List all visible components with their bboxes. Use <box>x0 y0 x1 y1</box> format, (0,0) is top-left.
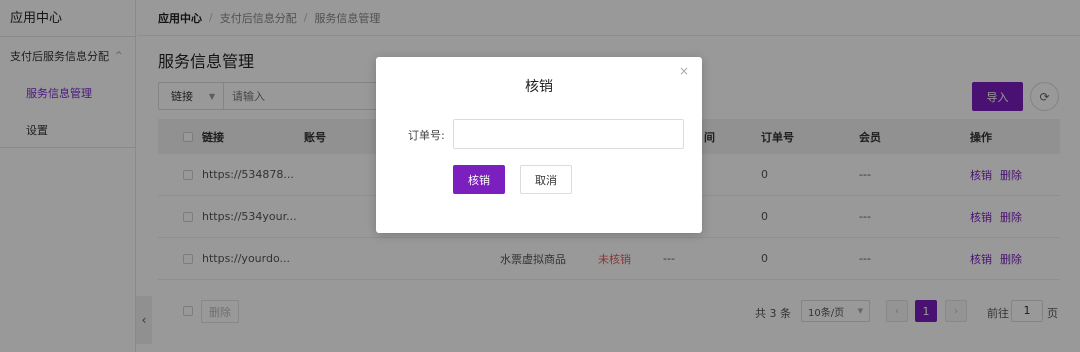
order-no-input[interactable] <box>453 119 684 149</box>
close-icon[interactable]: × <box>679 64 689 78</box>
dialog-title: 核销 <box>525 79 553 95</box>
verify-dialog: 核销 × 订单号: 核销 取消 <box>376 57 702 233</box>
confirm-verify-button[interactable]: 核销 <box>453 165 505 194</box>
cancel-button[interactable]: 取消 <box>520 165 572 194</box>
order-no-label: 订单号: <box>408 129 445 142</box>
